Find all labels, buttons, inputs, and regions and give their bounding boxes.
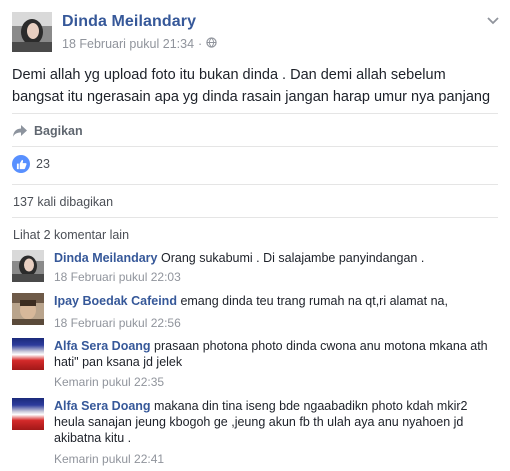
post-body-text: Demi allah yg upload foto itu bukan dind… — [12, 67, 491, 105]
comment-timestamp[interactable]: Kemarin pukul 22:41 — [54, 452, 164, 466]
meta-separator: · — [198, 37, 203, 51]
author-avatar[interactable] — [12, 12, 52, 52]
chevron-down-icon[interactable] — [486, 14, 500, 26]
share-arrow-icon — [13, 125, 27, 137]
comment-body: Alfa Sera Doang prasaan photona photo di… — [54, 338, 494, 370]
commenter-avatar[interactable] — [12, 338, 44, 370]
comment-timestamp[interactable]: Kemarin pukul 22:35 — [54, 375, 164, 389]
post-timestamp[interactable]: 18 Februari pukul 21:34 — [62, 37, 194, 51]
comment-timestamp[interactable]: 18 Februari pukul 22:56 — [54, 316, 181, 330]
commenter-avatar[interactable] — [12, 250, 44, 282]
share-label: Bagikan — [34, 124, 83, 138]
divider — [12, 184, 498, 185]
comment-body: Dinda Meilandary Orang sukabumi . Di sal… — [54, 250, 494, 266]
comment-text: emang dinda teu trang rumah na qt,ri ala… — [180, 294, 448, 308]
comment-timestamp[interactable]: 18 Februari pukul 22:03 — [54, 270, 181, 284]
reactions-summary[interactable]: 23 — [12, 155, 50, 173]
comment-author[interactable]: Alfa Sera Doang — [54, 399, 151, 413]
globe-icon[interactable] — [206, 37, 217, 51]
divider — [12, 146, 498, 147]
comment-author[interactable]: Alfa Sera Doang — [54, 339, 151, 353]
comment-author[interactable]: Ipay Boedak Cafeind — [54, 294, 177, 308]
post-author-name[interactable]: Dinda Meilandary — [62, 13, 196, 31]
commenter-avatar[interactable] — [12, 293, 44, 325]
like-count: 23 — [36, 157, 50, 171]
comment-body: Ipay Boedak Cafeind emang dinda teu tran… — [54, 293, 494, 309]
commenter-avatar[interactable] — [12, 398, 44, 430]
thumbs-up-icon — [12, 155, 30, 173]
facebook-post: Dinda Meilandary 18 Februari pukul 21:34… — [0, 0, 510, 471]
comment-body: Alfa Sera Doang makana din tina iseng bd… — [54, 398, 494, 446]
post-meta: 18 Februari pukul 21:34 · — [62, 37, 217, 51]
comment-author[interactable]: Dinda Meilandary — [54, 251, 158, 265]
divider — [12, 113, 498, 114]
shares-count-link[interactable]: 137 kali dibagikan — [13, 195, 113, 209]
comment-text: Orang sukabumi . Di salajambe panyindang… — [160, 251, 425, 265]
share-button[interactable]: Bagikan — [12, 120, 498, 142]
divider — [12, 217, 498, 218]
view-more-comments-link[interactable]: Lihat 2 komentar lain — [13, 228, 129, 242]
